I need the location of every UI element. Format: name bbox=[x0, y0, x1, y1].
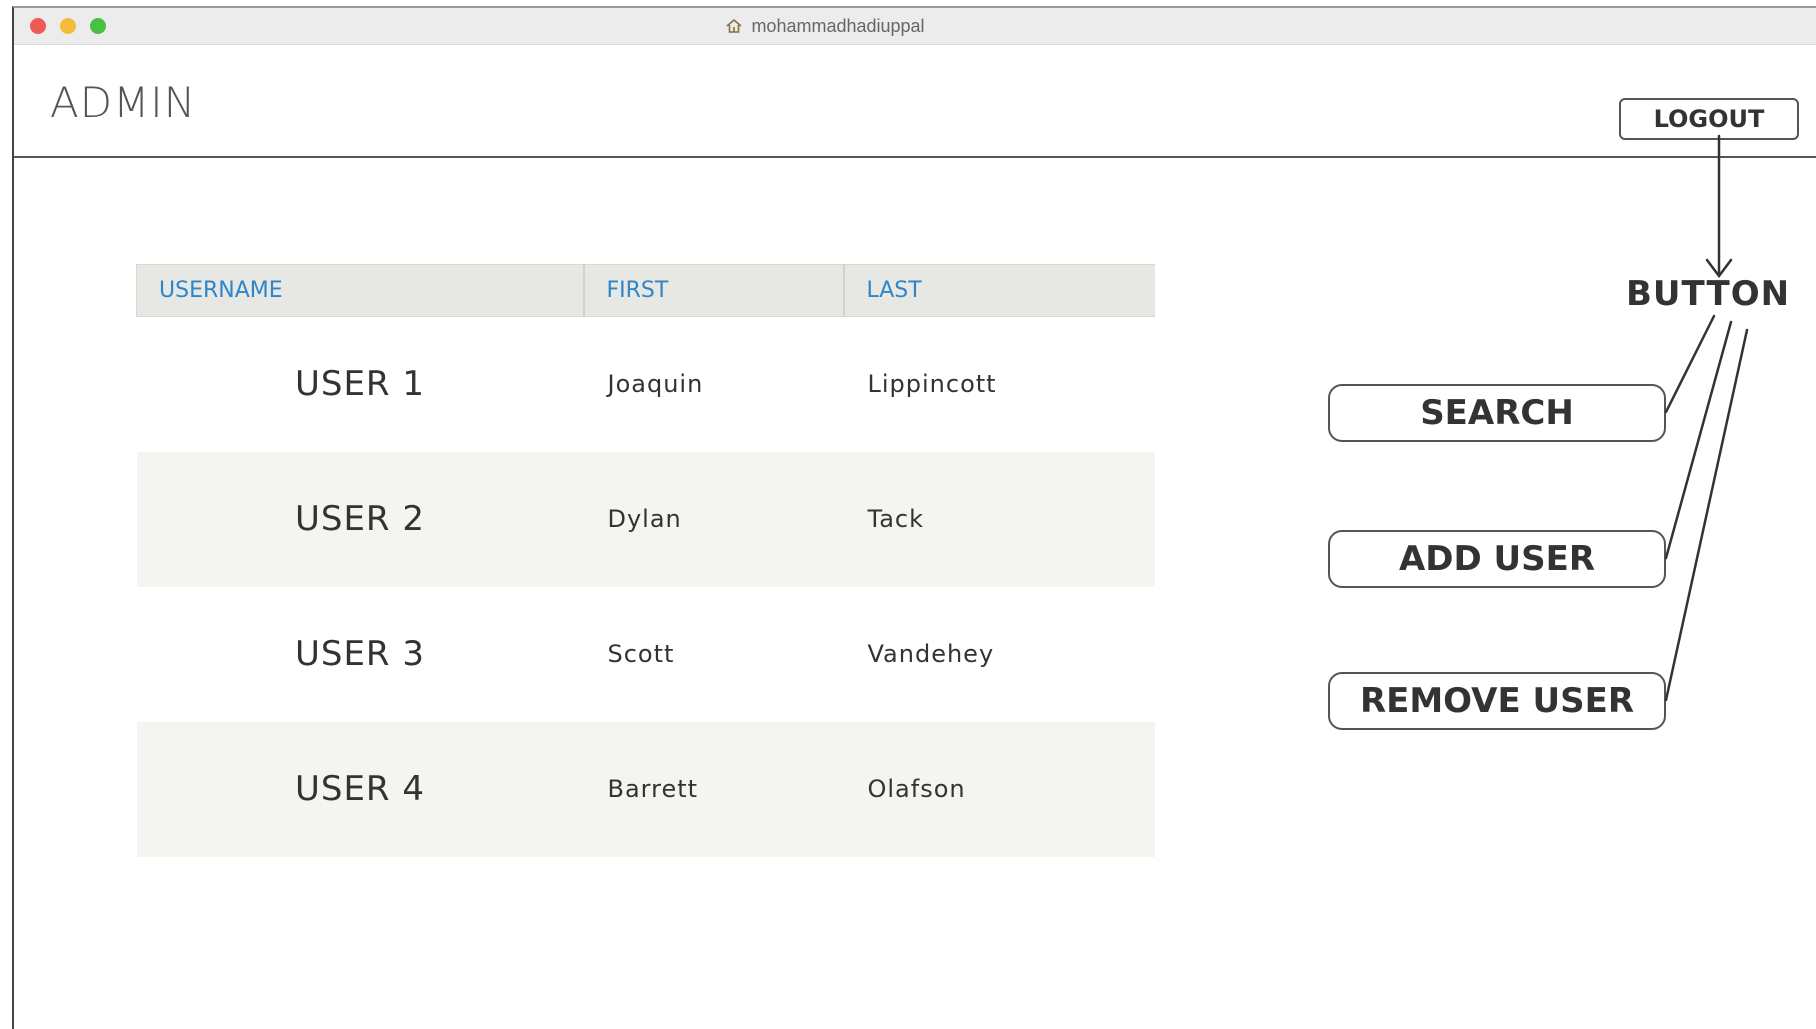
search-button[interactable]: SEARCH bbox=[1328, 384, 1666, 442]
username-cell: USER 1 bbox=[294, 364, 425, 405]
table-row[interactable]: USER 1 Joaquin Lippincott bbox=[137, 317, 1155, 452]
table-row[interactable]: USER 2 Dylan Tack bbox=[136, 451, 1155, 587]
last-name-cell: Vandehey bbox=[867, 640, 995, 668]
window-titlebar: mohammadhadiuppal bbox=[14, 8, 1816, 45]
home-icon bbox=[726, 18, 742, 33]
last-name-cell: Tack bbox=[843, 451, 1155, 587]
add-user-button[interactable]: ADD USER bbox=[1328, 530, 1666, 588]
first-name-cell: Barrett bbox=[583, 721, 844, 857]
first-name-cell: Joaquin bbox=[607, 370, 704, 399]
button-annotation-label: BUTTON bbox=[1626, 274, 1791, 314]
logout-button[interactable]: LOGOUT bbox=[1619, 98, 1799, 140]
window-title-text: mohammadhadiuppal bbox=[751, 15, 925, 36]
page-header: ADMIN LOGOUT bbox=[14, 44, 1816, 158]
table-row[interactable]: USER 4 Barrett Olafson bbox=[136, 721, 1155, 857]
annotation-line-add-user bbox=[1664, 320, 1733, 560]
annotation-line-search bbox=[1664, 314, 1716, 414]
last-name-cell: Lippincott bbox=[867, 370, 997, 399]
last-name-cell: Olafson bbox=[843, 721, 1155, 857]
first-name-cell: Scott bbox=[607, 640, 675, 668]
remove-user-button[interactable]: REMOVE USER bbox=[1328, 672, 1666, 730]
annotation-line-remove-user bbox=[1664, 328, 1749, 702]
column-header-first[interactable]: FIRST bbox=[583, 264, 845, 317]
table-header-row: USERNAME FIRST LAST bbox=[136, 264, 1155, 317]
column-header-username[interactable]: USERNAME bbox=[136, 264, 585, 317]
table-row[interactable]: USER 3 Scott Vandehey bbox=[137, 587, 1155, 722]
page-title: ADMIN bbox=[50, 78, 197, 127]
username-cell: USER 2 bbox=[136, 451, 584, 587]
window-title: mohammadhadiuppal bbox=[14, 8, 1816, 44]
column-header-last[interactable]: LAST bbox=[843, 264, 1155, 317]
users-table: USERNAME FIRST LAST USER 1 Joaquin Lippi… bbox=[136, 264, 1155, 857]
username-cell: USER 4 bbox=[136, 721, 584, 857]
first-name-cell: Dylan bbox=[583, 451, 844, 587]
username-cell: USER 3 bbox=[294, 634, 425, 674]
app-window: mohammadhadiuppal ADMIN LOGOUT USERNAME … bbox=[12, 6, 1816, 1029]
